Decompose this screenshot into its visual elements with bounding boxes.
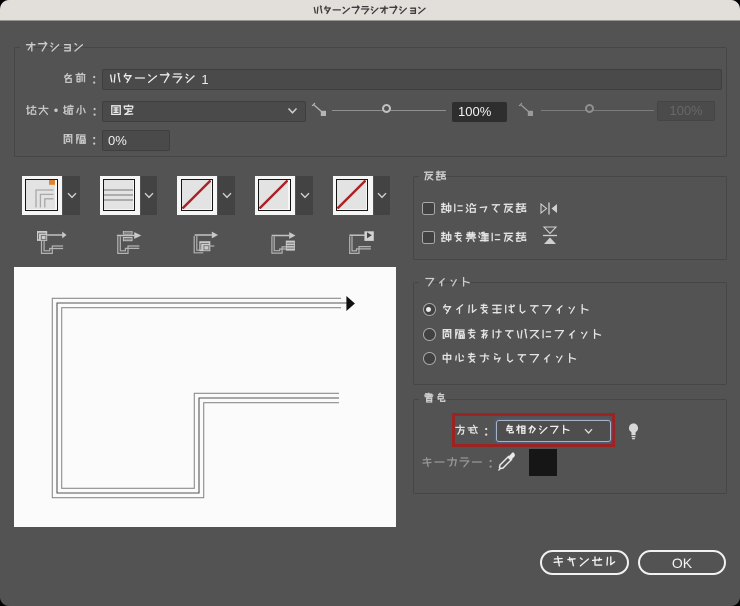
svg-text:1: 1: [201, 72, 208, 87]
